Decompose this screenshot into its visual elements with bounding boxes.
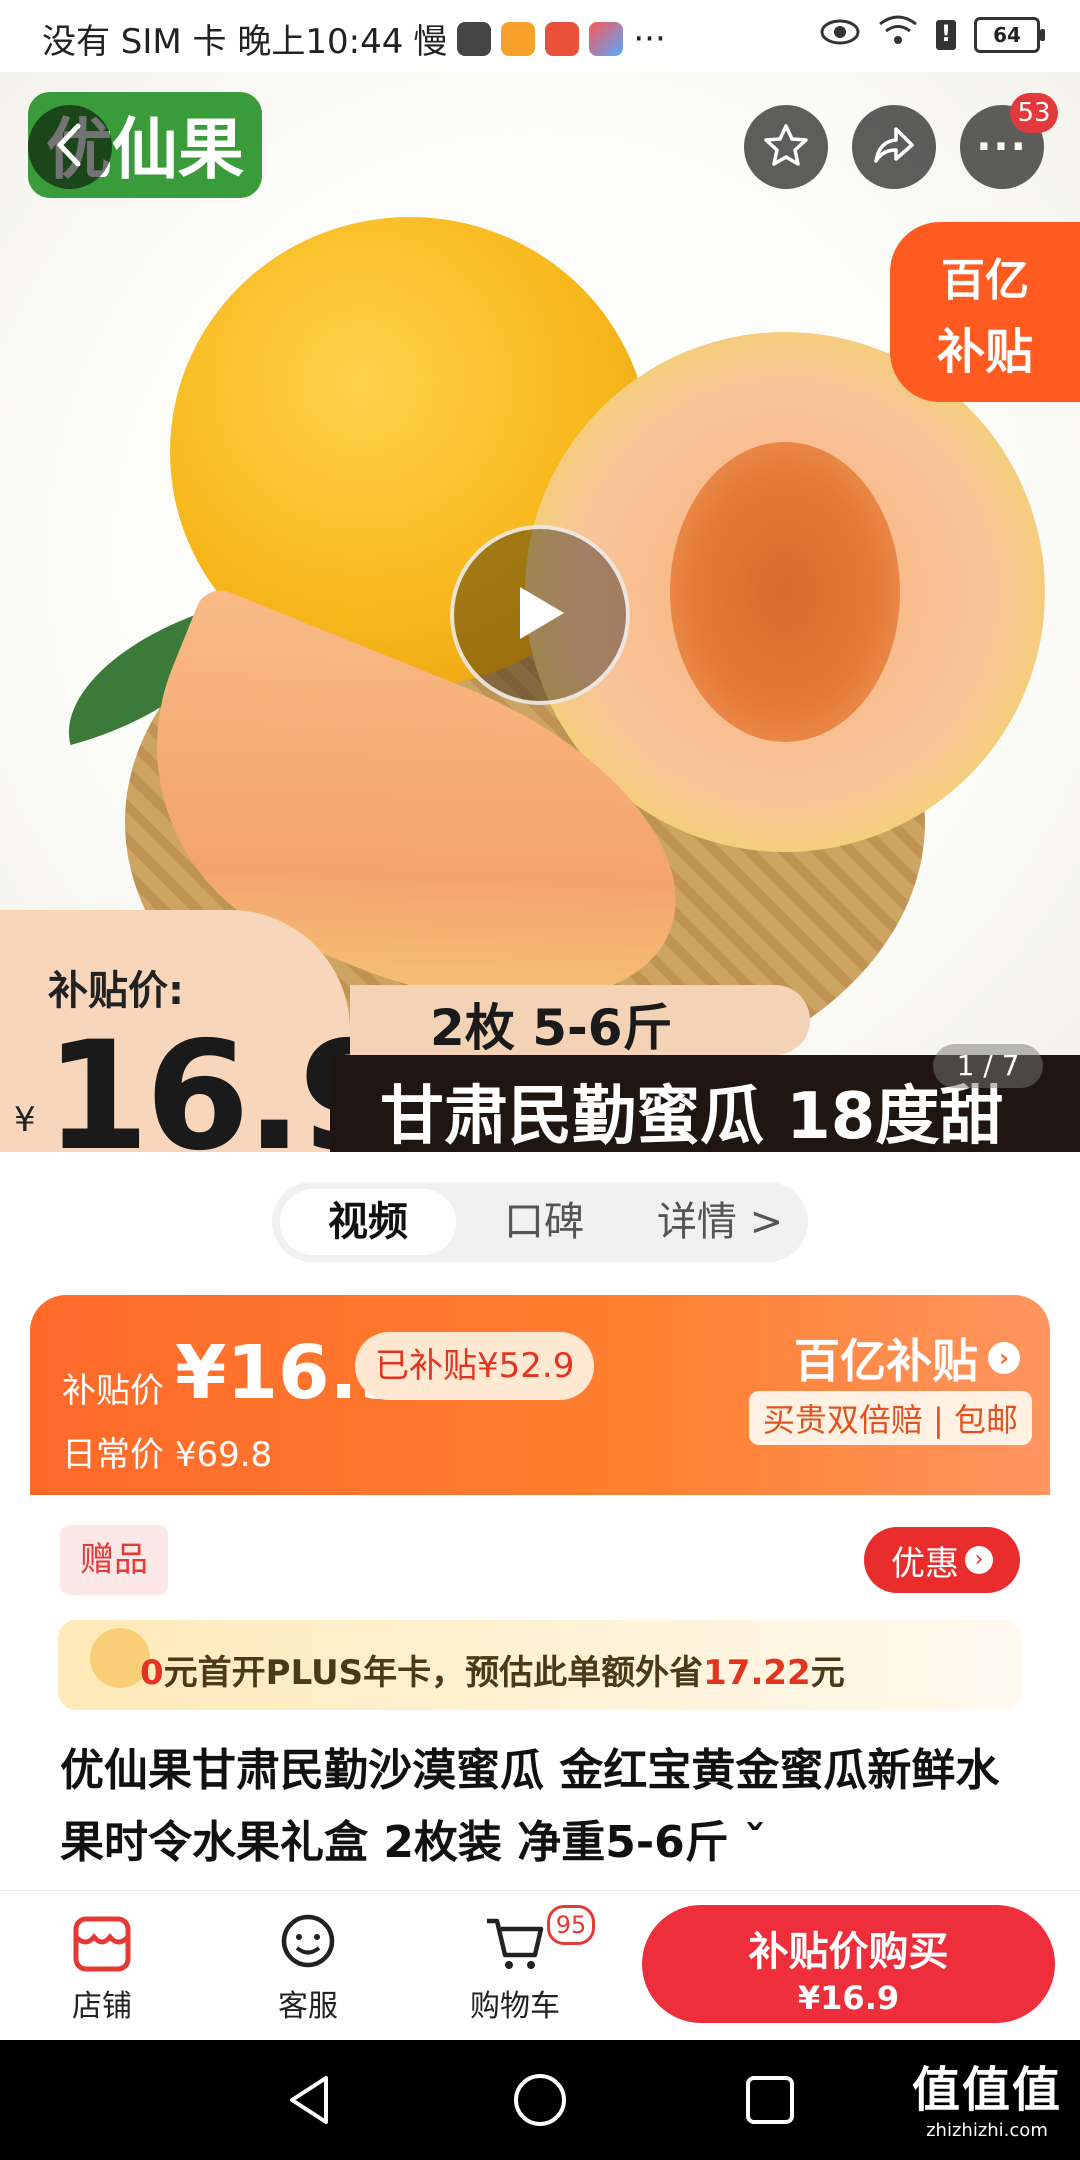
more-button[interactable]: ··· 53 (960, 93, 1058, 189)
chat-icon (276, 1911, 340, 1975)
back-button[interactable] (28, 105, 112, 189)
subsidy-card-header: 补贴价 ¥16.9 已补贴¥52.9 日常价 ¥69.8 百亿补贴 › 买贵双倍… (30, 1295, 1050, 1495)
guarantee-badge[interactable]: 买贵双倍赔 | 包邮 (748, 1391, 1032, 1445)
subsidy-price-label: 补贴价 (62, 1371, 164, 1411)
status-bar: 没有 SIM 卡 晚上10:44 慢 ··· ! 64 (0, 0, 1080, 72)
image-pager: 1 / 7 (933, 1044, 1043, 1088)
promo-button[interactable]: 优惠 › (864, 1527, 1020, 1593)
subsidy-brand-link[interactable]: 百亿补贴 › (794, 1325, 1020, 1391)
gift-badge[interactable]: 赠品 (60, 1525, 168, 1595)
app-icon (589, 21, 624, 56)
product-title[interactable]: 优仙果甘肃民勤沙漠蜜瓜 金红宝黄金蜜瓜新鲜水果时令水果礼盒 2枚装 净重5-6斤… (60, 1735, 1020, 1879)
service-button[interactable]: 客服 (248, 1911, 368, 2025)
favorite-button[interactable] (744, 105, 828, 189)
app-618-icon (501, 21, 536, 56)
notification-badge: 53 (1010, 93, 1058, 133)
plus-banner-text: 0元首开PLUS年卡，预估此单额外省17.22元 (140, 1653, 845, 1693)
battery-icon: 64 (974, 16, 1045, 53)
subsidy-saved-pill: 已补贴¥52.9 (355, 1332, 595, 1400)
store-icon (70, 1911, 134, 1975)
chevron-right-icon: › (988, 1342, 1020, 1374)
status-extra-icon: 慢 (413, 22, 448, 62)
store-button[interactable]: 店铺 (42, 1911, 162, 2025)
tab-video[interactable]: 视频 (280, 1189, 456, 1255)
eye-icon (820, 15, 860, 55)
alert-icon: ! (936, 19, 956, 50)
share-icon (870, 121, 918, 173)
content-tabs: 视频 口碑 详情 > (272, 1182, 808, 1262)
nav-back-button[interactable] (280, 2070, 340, 2130)
more-notifications-icon: ··· (633, 18, 666, 59)
play-icon (510, 581, 570, 649)
cart-icon: 95 (483, 1905, 595, 1975)
nav-recents-button[interactable] (740, 2070, 800, 2130)
play-video-button[interactable] (450, 525, 630, 705)
status-text: 没有 SIM 卡 晚上10:44 (42, 22, 404, 62)
watermark: 值值值 zhizhizhi.com (911, 2062, 1062, 2141)
wifi-icon (878, 14, 918, 55)
tab-reviews[interactable]: 口碑 (456, 1189, 632, 1255)
share-button[interactable] (852, 105, 936, 189)
buy-button[interactable]: 补贴价购买 ¥16.9 (642, 1905, 1055, 2023)
product-banner-text: 甘肃民勤蜜瓜 18度甜 (380, 1080, 1004, 1154)
huawei-icon (457, 21, 492, 56)
star-icon (762, 121, 810, 173)
chevron-left-icon (50, 120, 90, 174)
spec-text: 2枚 5-6斤 (430, 999, 673, 1057)
price-label: 补贴价: (48, 968, 184, 1014)
tab-details[interactable]: 详情 > (632, 1189, 808, 1255)
chevron-right-icon: › (965, 1546, 993, 1574)
more-icon: ··· (976, 124, 1028, 170)
daily-price: 日常价 ¥69.8 (62, 1435, 273, 1475)
cart-button[interactable]: 95 购物车 (455, 1905, 595, 2025)
campaign-tag: 百亿 补贴 (890, 222, 1080, 402)
app-618b-icon (545, 21, 580, 56)
nav-home-button[interactable] (510, 2070, 570, 2130)
cart-count-badge: 95 (547, 1905, 595, 1945)
price-symbol: ¥ (14, 1100, 36, 1140)
